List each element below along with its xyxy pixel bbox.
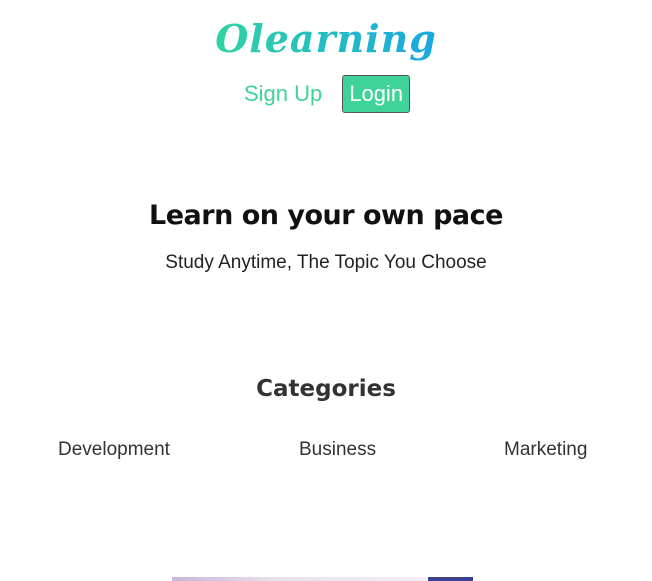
hero-subtitle: Study Anytime, The Topic You Choose	[165, 252, 487, 273]
login-button[interactable]: Login	[342, 75, 411, 113]
logo-wordmark: Olearning	[215, 16, 437, 61]
hero-title: Learn on your own pace	[149, 200, 503, 231]
auth-nav: Sign Up Login	[0, 75, 652, 113]
signup-link[interactable]: Sign Up	[244, 81, 322, 107]
brand-logo[interactable]: Olearning	[0, 14, 652, 71]
content-image-edge-dark	[428, 577, 473, 581]
logo-text: Olearning	[215, 16, 437, 61]
category-business[interactable]: Business	[299, 439, 376, 461]
category-development[interactable]: Development	[58, 439, 170, 461]
category-marketing[interactable]: Marketing	[504, 439, 587, 461]
content-image-edge	[172, 577, 427, 581]
categories-heading: Categories	[256, 376, 396, 402]
landing-page: Olearning Sign Up Login Learn on your ow…	[0, 0, 652, 581]
